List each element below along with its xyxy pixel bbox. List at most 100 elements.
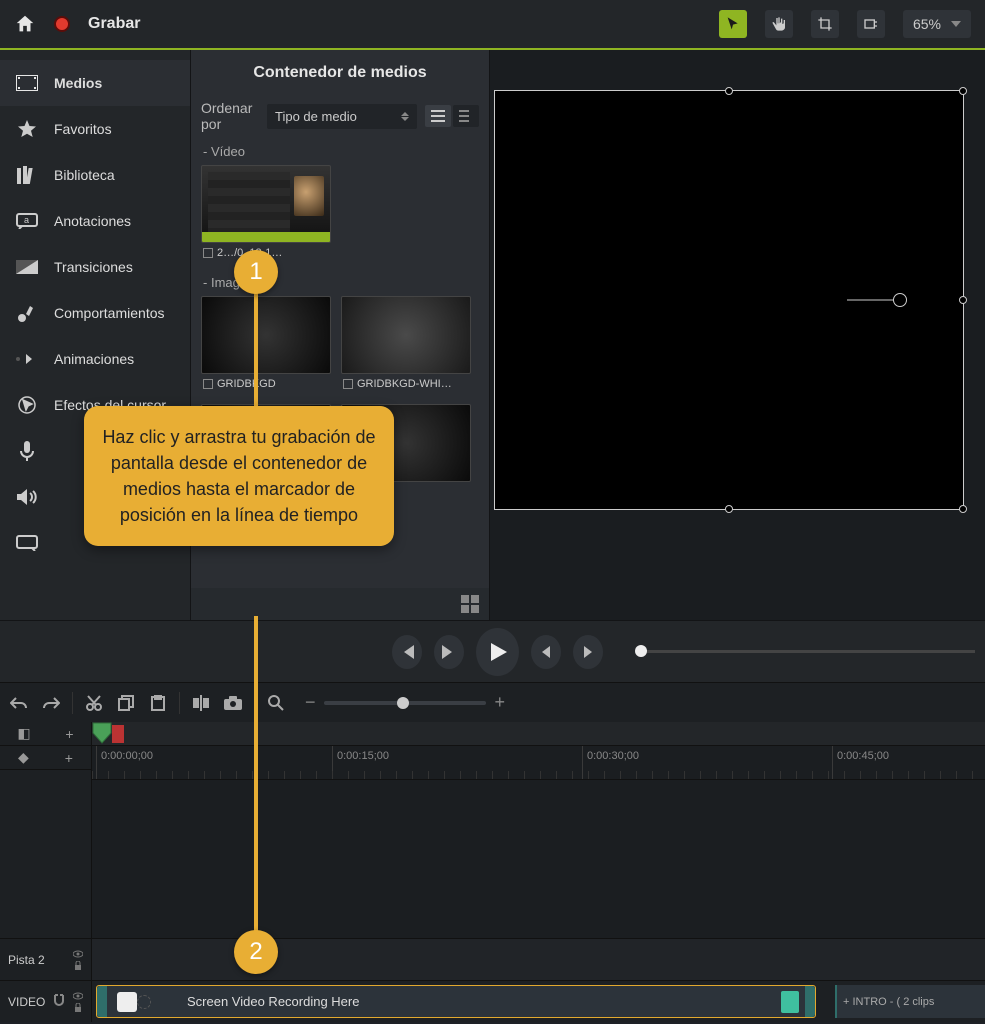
document-icon	[781, 991, 799, 1013]
track-lane-1[interactable]: Screen Video Recording Here + INTRO - ( …	[92, 980, 985, 1022]
timeline: ◧ + ◆ + Pista 2 VIDEO	[0, 722, 985, 1022]
play-button[interactable]	[476, 628, 519, 676]
sidebar-label: Animaciones	[54, 351, 134, 367]
chevron-down-icon	[951, 21, 961, 27]
media-thumb-video[interactable]: 2…/0_12-1…	[201, 165, 331, 263]
clip-type-icon	[117, 992, 137, 1012]
eye-icon[interactable]	[73, 991, 83, 1001]
track-name: Pista 2	[8, 953, 45, 967]
add-quiz-button[interactable]: +	[65, 750, 73, 766]
track-header-1[interactable]: VIDEO	[0, 980, 91, 1022]
annotation-icon: a	[16, 210, 38, 232]
zoom-tool-icon[interactable]	[265, 692, 287, 714]
sidebar-item-media[interactable]: Medios	[0, 60, 190, 106]
record-label[interactable]: Grabar	[88, 15, 140, 33]
lock-icon[interactable]	[73, 961, 83, 971]
marker[interactable]	[112, 725, 124, 743]
rotation-handle[interactable]	[893, 293, 907, 307]
sidebar-item-animations[interactable]: Animaciones	[0, 336, 190, 382]
timeline-toolbar: − +	[0, 682, 985, 722]
playhead-icon[interactable]	[92, 722, 114, 744]
clip-group-label: + INTRO - ( 2 clips	[843, 996, 934, 1008]
media-thumb-image[interactable]: GRIDBKGD-WHI…	[341, 296, 471, 394]
sidebar-label: Biblioteca	[54, 167, 115, 183]
zoom-value: 65%	[913, 16, 941, 32]
volume-icon	[16, 486, 38, 508]
tutorial-step-badge-1: 1	[234, 250, 278, 294]
sidebar-item-behaviors[interactable]: Comportamientos	[0, 290, 190, 336]
timeline-tracks: 0:00:00;00 0:00:15;00 0:00:30;00 0:00:45…	[92, 722, 985, 1022]
next-button[interactable]	[573, 635, 603, 669]
home-icon[interactable]	[14, 13, 36, 35]
behavior-icon	[16, 302, 38, 324]
marker-icon[interactable]: ◧	[17, 725, 30, 742]
split-button[interactable]	[190, 692, 212, 714]
next-frame-button[interactable]	[434, 635, 464, 669]
sort-row: Ordenar por Tipo de medio	[191, 96, 489, 140]
list-view-icon[interactable]	[425, 105, 451, 127]
timeline-zoom-slider[interactable]: − +	[305, 692, 505, 713]
paste-button[interactable]	[147, 692, 169, 714]
sidebar-item-library[interactable]: Biblioteca	[0, 152, 190, 198]
timeline-body[interactable]: Screen Video Recording Here + INTRO - ( …	[92, 780, 985, 1022]
marker-track[interactable]	[92, 722, 985, 746]
track-header-2[interactable]: Pista 2	[0, 938, 91, 980]
undo-button[interactable]	[8, 692, 30, 714]
magnet-icon[interactable]	[52, 993, 66, 1010]
media-thumb-image[interactable]: GRIDBKGD	[201, 296, 331, 394]
copy-button[interactable]	[115, 692, 137, 714]
intro-clip-group[interactable]: + INTRO - ( 2 clips	[835, 985, 985, 1018]
sidebar-item-favorites[interactable]: Favoritos	[0, 106, 190, 152]
redo-button[interactable]	[40, 692, 62, 714]
snapshot-button[interactable]	[222, 692, 244, 714]
top-toolbar: Grabar 65%	[0, 0, 985, 50]
thumbnail-image	[201, 296, 331, 374]
tick-label: 0:00:45;00	[837, 750, 889, 762]
resize-handle[interactable]	[959, 87, 967, 95]
grid-view-icon[interactable]	[461, 595, 479, 613]
add-marker-button[interactable]: +	[65, 726, 73, 742]
tutorial-connector	[254, 616, 258, 936]
sidebar-label: Comportamientos	[54, 305, 165, 321]
record-indicator-icon[interactable]	[54, 16, 70, 32]
resize-handle[interactable]	[959, 505, 967, 513]
track-lane-2[interactable]	[92, 938, 985, 980]
clip-handle-right[interactable]	[805, 986, 815, 1017]
placeholder-clip[interactable]: Screen Video Recording Here	[96, 985, 816, 1018]
cut-button[interactable]	[83, 692, 105, 714]
pan-tool-icon[interactable]	[765, 10, 793, 38]
sort-label: Ordenar por	[201, 100, 259, 132]
resize-handle[interactable]	[725, 505, 733, 513]
sidebar-item-annotations[interactable]: a Anotaciones	[0, 198, 190, 244]
prev-button[interactable]	[531, 635, 561, 669]
microphone-icon	[16, 440, 38, 462]
prev-frame-button[interactable]	[392, 635, 422, 669]
track-name: VIDEO	[8, 995, 45, 1009]
animation-icon	[16, 348, 38, 370]
thumb-label: GRIDBKGD	[201, 374, 331, 394]
sidebar-label: Transiciones	[54, 259, 133, 275]
sort-select[interactable]: Tipo de medio	[267, 104, 417, 129]
clip-handle-left[interactable]	[97, 986, 107, 1017]
zoom-select[interactable]: 65%	[903, 10, 971, 38]
playback-slider[interactable]	[635, 650, 975, 653]
tutorial-tooltip: Haz clic y arrastra tu grabación de pant…	[84, 406, 394, 546]
select-tool-icon[interactable]	[719, 10, 747, 38]
sidebar-item-transitions[interactable]: Transiciones	[0, 244, 190, 290]
lock-icon[interactable]	[73, 1003, 83, 1013]
quiz-icon[interactable]: ◆	[18, 749, 29, 766]
library-icon	[16, 164, 38, 186]
resize-handle[interactable]	[959, 296, 967, 304]
sidebar-label: Medios	[54, 75, 102, 91]
tutorial-connector	[254, 290, 258, 410]
tutorial-step-badge-2: 2	[234, 930, 278, 974]
timeline-ruler[interactable]: 0:00:00;00 0:00:15;00 0:00:30;00 0:00:45…	[92, 746, 985, 780]
category-video: Vídeo	[201, 140, 479, 165]
svg-text:a: a	[24, 215, 29, 225]
list-view-alt-icon[interactable]	[453, 105, 479, 127]
eye-icon[interactable]	[73, 949, 83, 959]
preview-canvas[interactable]	[494, 90, 964, 510]
resize-handle[interactable]	[725, 87, 733, 95]
resize-tool-icon[interactable]	[857, 10, 885, 38]
crop-tool-icon[interactable]	[811, 10, 839, 38]
